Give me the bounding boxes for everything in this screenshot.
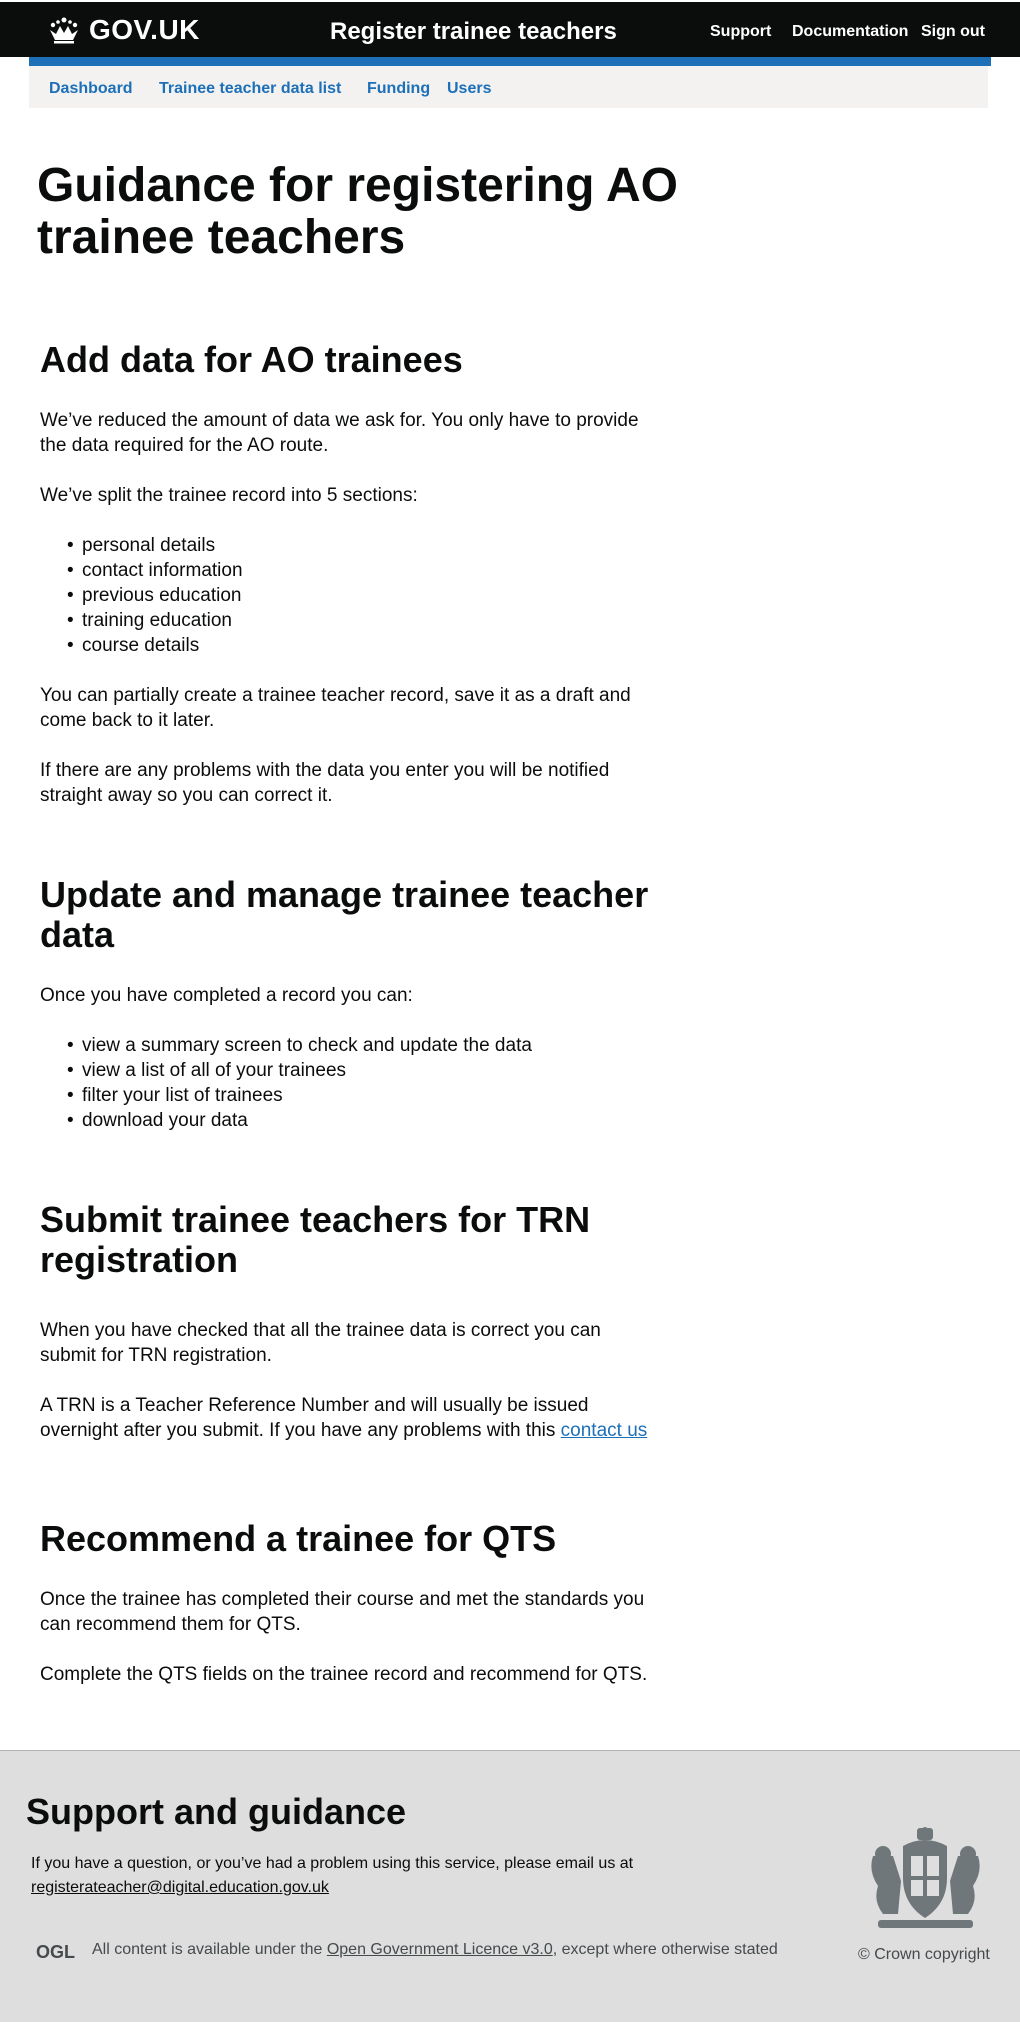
nav-support-link[interactable]: Support [710, 23, 771, 41]
list-item: filter your list of trainees [67, 1083, 650, 1108]
subnav-dashboard[interactable]: Dashboard [49, 80, 133, 98]
submit-paragraph-1: When you have checked that all the train… [40, 1320, 601, 1366]
heading-add-data: Add data for AO trainees [40, 339, 463, 380]
nav-documentation-link[interactable]: Documentation [792, 23, 908, 41]
list-item: personal details [67, 533, 650, 558]
list-item: view a summary screen to check and updat… [67, 1033, 650, 1058]
qts-paragraph-1: Once the trainee has completed their cou… [40, 1589, 645, 1635]
ogl-logo-text: OGL [36, 1943, 75, 1961]
footer-heading: Support and guidance [26, 1791, 407, 1832]
licence-post: , except where otherwise stated [552, 1941, 778, 1958]
add-paragraph-3: You can partially create a trainee teach… [40, 685, 631, 731]
add-paragraph-2: We’ve split the trainee record into 5 se… [40, 485, 418, 506]
subnav-users[interactable]: Users [447, 80, 491, 98]
sections-list: personal details contact information pre… [40, 533, 650, 658]
sub-navigation: Dashboard Trainee teacher data list Fund… [29, 66, 988, 108]
royal-coat-of-arms-icon [863, 1826, 988, 1939]
update-list: view a summary screen to check and updat… [40, 1033, 650, 1133]
list-item: download your data [67, 1108, 650, 1133]
page-title: Guidance for registering AO trainee teac… [37, 159, 678, 264]
submit-paragraph-2-text: A TRN is a Teacher Reference Number and … [40, 1395, 589, 1441]
licence-pre: All content is available under the [92, 1941, 323, 1958]
heading-recommend-qts: Recommend a trainee for QTS [40, 1518, 557, 1559]
crown-icon [50, 17, 78, 44]
nav-sign-out-link[interactable]: Sign out [921, 23, 985, 41]
subnav-funding[interactable]: Funding [367, 80, 430, 98]
licence-text: All content is available under the Open … [92, 1941, 778, 1959]
subnav-trainee-data-list[interactable]: Trainee teacher data list [159, 80, 341, 98]
add-paragraph-4: If there are any problems with the data … [40, 760, 610, 806]
contact-us-link[interactable]: contact us [561, 1420, 648, 1441]
heading-update-manage: Update and manage trainee teacher data [40, 874, 649, 955]
list-item: course details [67, 633, 650, 658]
submit-paragraph-2: A TRN is a Teacher Reference Number and … [40, 1393, 650, 1443]
list-item: view a list of all of your trainees [67, 1058, 650, 1083]
footer: Support and guidance If you have a quest… [0, 1750, 1020, 2022]
list-item: training education [67, 608, 650, 633]
main-content: Add data for AO trainees We’ve reduced t… [40, 340, 650, 1687]
header-blue-bar [29, 57, 991, 66]
open-government-licence-link[interactable]: Open Government Licence v3.0 [327, 1941, 553, 1958]
ogl-logo-icon: OGL [36, 1942, 78, 1966]
service-name[interactable]: Register trainee teachers [330, 18, 617, 46]
crown-copyright-link[interactable]: © Crown copyright [858, 1946, 990, 1964]
footer-support-text: If you have a question, or you’ve had a … [31, 1852, 651, 1900]
qts-paragraph-2: Complete the QTS fields on the trainee r… [40, 1664, 648, 1685]
support-email-link[interactable]: registerateacher@digital.education.gov.u… [31, 1879, 329, 1896]
govuk-logo[interactable]: GOV.UK [47, 14, 200, 46]
list-item: previous education [67, 583, 650, 608]
header: GOV.UK Register trainee teachers Support… [0, 0, 1020, 57]
list-item: contact information [67, 558, 650, 583]
update-paragraph-1: Once you have completed a record you can… [40, 985, 413, 1006]
logo-text: GOV.UK [89, 14, 200, 45]
heading-submit-trn: Submit trainee teachers for TRN registra… [40, 1199, 591, 1280]
add-paragraph-1: We’ve reduced the amount of data we ask … [40, 410, 639, 456]
footer-support-message: If you have a question, or you’ve had a … [31, 1855, 634, 1872]
